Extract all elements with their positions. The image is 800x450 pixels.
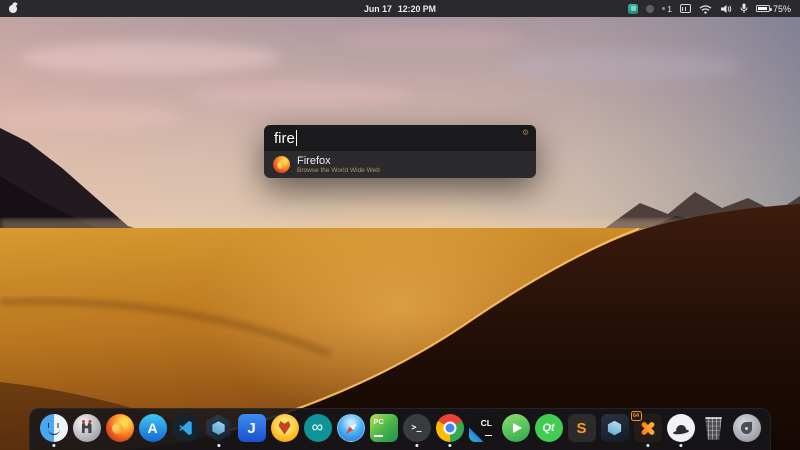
menubar: Jun 17 12:20 PM 1	[0, 0, 800, 17]
teal-app-tray-icon[interactable]	[628, 4, 638, 14]
dock-item-qt-creator[interactable]: Qt	[533, 412, 564, 444]
pycharm-icon: PC	[370, 414, 398, 442]
battery-percent: 75%	[773, 4, 791, 14]
brave-lion-icon	[271, 414, 299, 442]
workspace-dot-icon	[662, 7, 665, 10]
clock-time: 12:20 PM	[398, 4, 436, 14]
dock: A J ∞ PC >_ CL Qt S 64	[29, 408, 771, 450]
hexagon-cube-icon	[205, 414, 233, 442]
dock-item-system-utility[interactable]	[71, 412, 102, 444]
dock-item-clion[interactable]: CL	[467, 412, 498, 444]
dock-item-media-player[interactable]	[500, 412, 531, 444]
chrome-icon	[436, 414, 464, 442]
dock-item-vscode[interactable]	[170, 412, 201, 444]
running-indicator	[448, 444, 451, 447]
app-launcher-window: fire ⚙ Firefox Browse the World Wide Web	[264, 125, 536, 178]
dock-item-terminal[interactable]: >_	[401, 412, 432, 444]
dock-item-chrome[interactable]	[434, 412, 465, 444]
safari-compass-icon	[337, 414, 365, 442]
dock-item-stm32cube-ide[interactable]	[599, 412, 630, 444]
dock-item-trash[interactable]	[698, 412, 729, 444]
dock-item-sublime-text[interactable]: S	[566, 412, 597, 444]
running-indicator	[646, 444, 649, 447]
keyboard-layout-icon[interactable]	[680, 4, 691, 13]
dock-item-finder[interactable]	[38, 412, 69, 444]
clock-date: Jun 17	[364, 4, 392, 14]
finder-icon	[40, 414, 68, 442]
dock-item-firefox[interactable]	[104, 412, 135, 444]
running-indicator	[217, 444, 220, 447]
workspace-indicator[interactable]: 1	[662, 4, 672, 14]
battery-indicator[interactable]: 75%	[756, 4, 791, 14]
running-indicator	[415, 444, 418, 447]
dock-item-fedora-hat-app[interactable]	[665, 412, 696, 444]
dock-item-stm32cube-hex[interactable]	[203, 412, 234, 444]
menubar-clock[interactable]: Jun 17 12:20 PM	[364, 4, 436, 14]
clion-icon: CL	[469, 414, 497, 442]
fedora-hat-icon	[667, 414, 695, 442]
firefox-icon	[106, 414, 134, 442]
qt-icon: Qt	[535, 414, 563, 442]
terminal-icon: >_	[403, 414, 431, 442]
wallpaper-image	[0, 0, 800, 450]
workspace-number: 1	[667, 4, 672, 14]
firefox-result-icon	[273, 156, 290, 173]
gear-icon[interactable]: ⚙	[522, 129, 529, 137]
volume-icon[interactable]	[720, 4, 732, 14]
launcher-result-firefox[interactable]: Firefox Browse the World Wide Web	[264, 151, 536, 178]
search-query-text: fire	[274, 130, 295, 147]
badge-64: 64	[631, 411, 642, 421]
vscode-icon	[172, 414, 200, 442]
launcher-search-input[interactable]: fire ⚙	[264, 125, 536, 151]
sublime-text-icon: S	[568, 414, 596, 442]
dock-item-brave[interactable]	[269, 412, 300, 444]
x64-tool-icon: 64	[634, 414, 662, 442]
apple-menu-icon[interactable]	[9, 3, 18, 13]
result-title: Firefox	[297, 155, 380, 167]
trash-icon	[704, 417, 723, 440]
dim-status-tray-icon[interactable]	[646, 5, 654, 13]
dock-item-x64-debugger[interactable]: 64	[632, 412, 663, 444]
running-indicator	[52, 444, 55, 447]
play-button-icon	[502, 414, 530, 442]
desktop: Jun 17 12:20 PM 1	[0, 0, 800, 450]
app-store-icon: A	[139, 414, 167, 442]
battery-icon	[756, 5, 770, 12]
text-caret	[296, 130, 298, 146]
arduino-infinity-icon: ∞	[304, 414, 332, 442]
result-subtitle: Browse the World Wide Web	[297, 167, 380, 175]
dock-item-arduino[interactable]: ∞	[302, 412, 333, 444]
running-indicator	[679, 444, 682, 447]
dock-item-launchpad[interactable]	[731, 412, 762, 444]
rocket-launchpad-icon	[733, 414, 761, 442]
microphone-icon[interactable]	[740, 3, 748, 14]
dock-item-jdownloader[interactable]: J	[236, 412, 267, 444]
jdownloader-icon: J	[238, 414, 266, 442]
system-utility-icon	[73, 414, 101, 442]
menubar-tray: 1 75%	[628, 3, 791, 14]
dock-item-pycharm[interactable]: PC	[368, 412, 399, 444]
dock-item-app-store[interactable]: A	[137, 412, 168, 444]
dock-item-safari[interactable]	[335, 412, 366, 444]
wifi-icon[interactable]	[699, 4, 712, 14]
cube-hexagon-icon	[601, 414, 629, 442]
